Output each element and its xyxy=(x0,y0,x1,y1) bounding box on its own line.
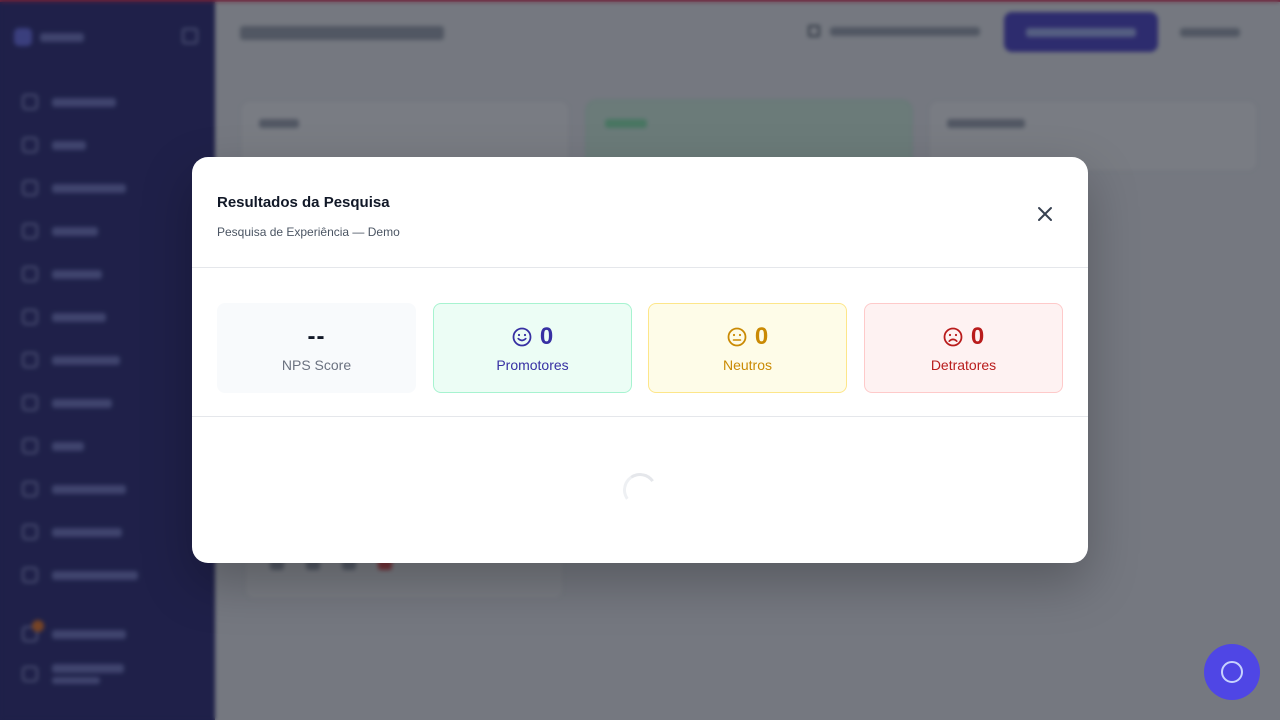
neutrals-label: Neutros xyxy=(722,357,773,373)
modal-divider xyxy=(192,416,1088,417)
detractors-card: 0 Detratores xyxy=(864,303,1063,393)
modal-subtitle: Pesquisa de Experiência — Demo xyxy=(217,225,400,239)
nps-score-value: -- xyxy=(307,323,326,350)
modal-title: Resultados da Pesquisa xyxy=(217,194,390,211)
close-button[interactable] xyxy=(1033,202,1057,226)
nps-score-label: NPS Score xyxy=(281,357,352,373)
promoters-card: 0 Promotores xyxy=(433,303,632,393)
neutrals-count: 0 xyxy=(754,323,769,350)
promoters-count: 0 xyxy=(539,323,554,350)
nps-score-card: -- NPS Score xyxy=(217,303,416,393)
metrics-row: -- NPS Score 0 Promotores 0 Neutros 0 De… xyxy=(217,303,1063,393)
close-icon xyxy=(1038,207,1052,221)
chat-icon xyxy=(1221,661,1243,683)
detractors-label: Detratores xyxy=(930,357,997,373)
survey-results-modal: Resultados da Pesquisa Pesquisa de Exper… xyxy=(192,157,1088,563)
spinner-icon xyxy=(620,470,660,510)
chat-button[interactable] xyxy=(1204,644,1260,700)
smile-icon xyxy=(512,327,532,347)
frown-icon xyxy=(943,327,963,347)
neutral-face-icon xyxy=(727,327,747,347)
promoters-label: Promotores xyxy=(496,357,569,373)
neutrals-card: 0 Neutros xyxy=(648,303,847,393)
modal-header: Resultados da Pesquisa Pesquisa de Exper… xyxy=(192,157,1088,268)
detractors-count: 0 xyxy=(970,323,985,350)
